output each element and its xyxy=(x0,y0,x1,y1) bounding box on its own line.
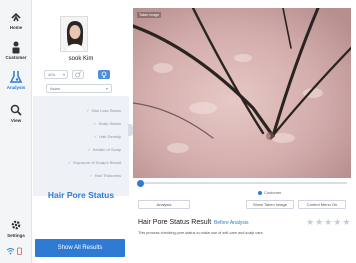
result-title: Hair Pore Status Result xyxy=(138,219,212,226)
view-icon xyxy=(10,104,22,116)
current-section-title: Hair Pore Status xyxy=(47,190,115,200)
nav-analysis[interactable]: Analysis xyxy=(0,70,32,90)
check-item[interactable]: ✓ Scalp Status xyxy=(93,121,121,126)
star-icon: ★ xyxy=(333,217,343,227)
customer-avatar xyxy=(60,16,88,52)
analysis-button[interactable]: Analysis xyxy=(138,200,190,209)
show-all-results-button[interactable]: Show All Results xyxy=(35,239,125,257)
taken-image-tag: Taken Image xyxy=(137,12,162,18)
male-icon xyxy=(75,71,82,78)
age-value: 40's xyxy=(48,72,56,77)
star-icon: ★ xyxy=(342,217,352,227)
slider-knob[interactable] xyxy=(137,180,144,187)
check-item[interactable]: ✓ Hair Density xyxy=(94,134,121,139)
control-menu-button[interactable]: Control Menu On xyxy=(298,200,346,209)
gender-female-toggle[interactable] xyxy=(98,70,110,79)
status-icons xyxy=(6,247,28,255)
star-icon: ★ xyxy=(306,217,316,227)
female-icon xyxy=(101,71,107,78)
check-item[interactable]: ✓ Keratin of Scalp xyxy=(87,147,121,152)
timeline-slider[interactable] xyxy=(137,180,347,187)
check-icon: ✓ xyxy=(67,160,72,165)
nav-settings-label: Settings xyxy=(7,233,25,238)
ethnicity-value: Asian xyxy=(50,86,61,91)
scalp-image-viewer[interactable] xyxy=(133,8,351,178)
ethnicity-select[interactable]: Asian ▾ xyxy=(46,84,112,93)
viewer-legend: Customer xyxy=(258,190,281,195)
chevron-down-icon: ▾ xyxy=(62,72,65,77)
wifi-icon xyxy=(6,248,15,255)
battery-icon xyxy=(17,247,22,255)
check-icon: ✓ xyxy=(93,121,97,126)
gender-male-toggle[interactable] xyxy=(72,70,84,79)
nav-home[interactable]: Home xyxy=(0,10,32,30)
nav-view[interactable]: View xyxy=(0,103,32,123)
avatar-photo xyxy=(61,17,87,51)
show-taken-image-button[interactable]: Show Taken Image xyxy=(246,200,294,209)
check-item[interactable]: ✓ Exposure of Scalp's Result xyxy=(68,160,121,165)
nav-analysis-label: Analysis xyxy=(6,85,26,90)
nav-view-label: View xyxy=(10,118,22,123)
check-item[interactable]: ✓ Hair Loss Status xyxy=(86,108,121,113)
customer-icon xyxy=(12,41,20,54)
scalp-microscope-image xyxy=(133,8,351,178)
home-icon xyxy=(11,12,21,22)
check-icon: ✓ xyxy=(89,173,93,178)
check-item[interactable]: ✓ Hair Thickness xyxy=(89,173,121,178)
legend-dot xyxy=(258,190,262,195)
nav-settings[interactable]: Settings xyxy=(0,218,32,238)
chevron-down-icon: ▾ xyxy=(105,86,108,91)
nav-customer-label: Customer xyxy=(5,55,27,60)
check-icon: ✓ xyxy=(86,108,90,113)
nav-customer[interactable]: Customer xyxy=(0,40,32,60)
customer-name: sook Kim xyxy=(68,56,94,62)
check-icon: ✓ xyxy=(87,147,91,152)
nav-rail: Home Customer Analysis View Settings xyxy=(0,0,32,263)
analysis-icon xyxy=(9,71,23,83)
nav-home-label: Home xyxy=(9,25,23,30)
gear-icon xyxy=(11,220,21,230)
rating-stars: ★★★★★ xyxy=(306,217,351,228)
star-icon: ★ xyxy=(324,217,334,227)
check-icon: ✓ xyxy=(93,134,98,139)
age-select[interactable]: 40's ▾ xyxy=(44,70,68,79)
before-analysis-link[interactable]: Before Analysis xyxy=(214,220,248,226)
slider-track xyxy=(141,182,347,184)
result-description: This process checking pore status to mak… xyxy=(138,231,264,235)
analysis-checklist: ✓ Hair Loss Status ✓ Scalp Status ✓ Hair De… xyxy=(33,96,129,196)
app-window: Home Customer Analysis View Settings soo… xyxy=(0,0,356,263)
star-icon: ★ xyxy=(315,217,325,227)
legend-label: Customer xyxy=(264,190,282,195)
